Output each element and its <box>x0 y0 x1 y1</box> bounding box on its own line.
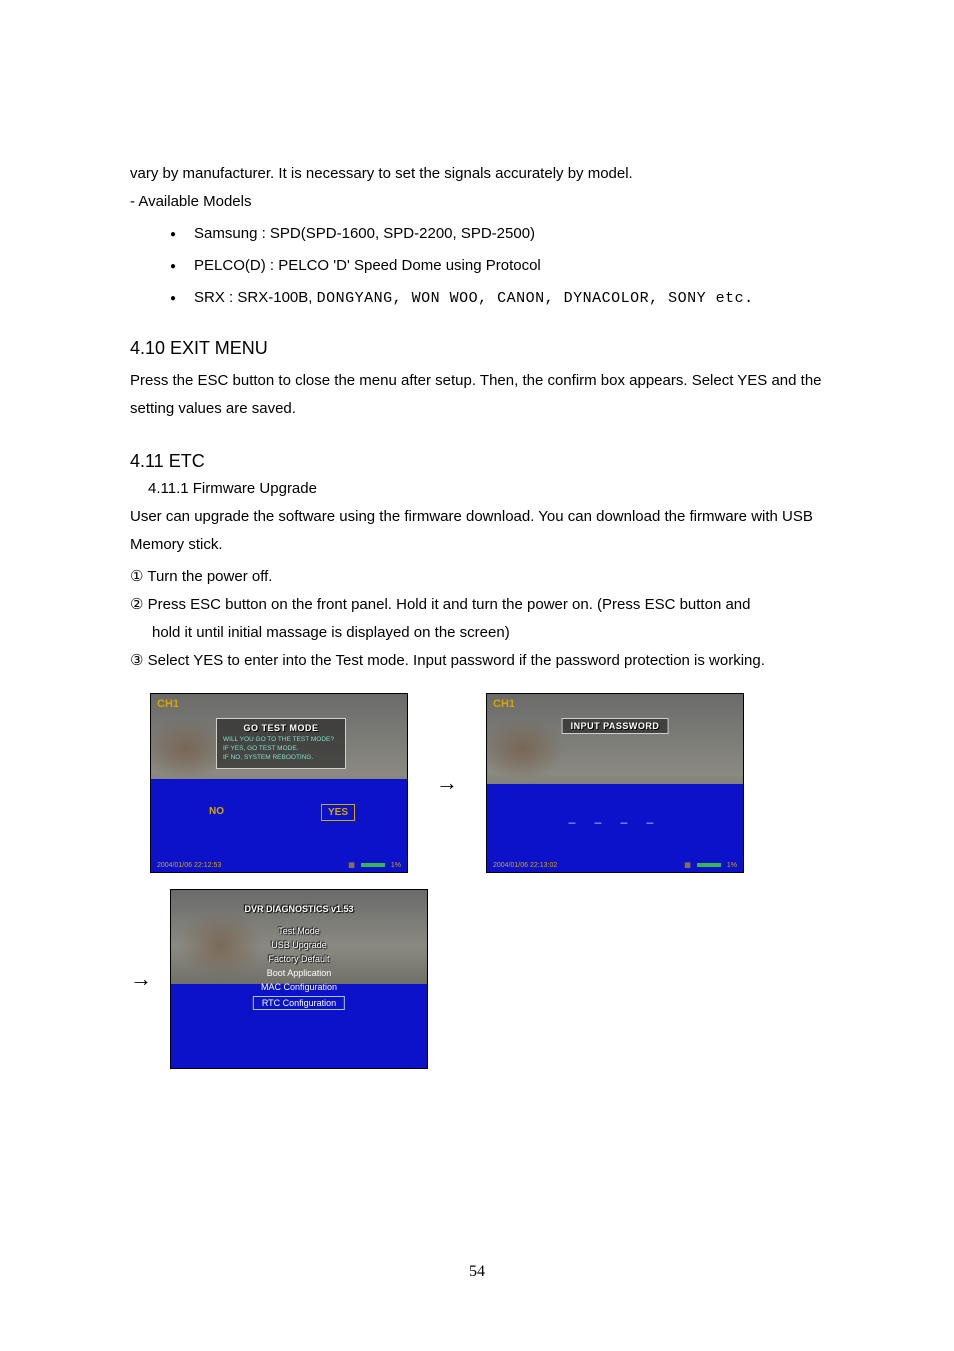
status-bar: 2004/01/06 22:12:53 ▦ 1% <box>151 858 407 872</box>
arrow-right-icon: → <box>436 770 458 796</box>
intro-line-2: - Available Models <box>130 188 824 216</box>
progress-bar <box>361 863 385 867</box>
dialog-line: IF YES, GO TEST MODE. <box>223 744 339 753</box>
heading-firmware-upgrade: 4.11.1 Firmware Upgrade <box>148 480 824 497</box>
model-item-srx: ● SRX : SRX-100B, DONGYANG, WON WOO, CAN… <box>170 284 824 314</box>
channel-label: CH1 <box>157 698 179 710</box>
dialog-lines: WILL YOU GO TO THE TEST MODE? IF YES, GO… <box>223 735 339 762</box>
menu-item-factory-default[interactable]: Factory Default <box>268 954 329 964</box>
dialog-line: IF NO, SYSTEM REBOOTING. <box>223 753 339 762</box>
available-models-list: ● Samsung : SPD(SPD-1600, SPD-2200, SPD-… <box>170 220 824 314</box>
document-page: vary by manufacturer. It is necessary to… <box>0 0 954 1351</box>
dialog-title: GO TEST MODE <box>223 723 339 733</box>
step-1: ① Turn the power off. <box>130 563 824 591</box>
menu-item-boot-application[interactable]: Boot Application <box>267 968 332 978</box>
disk-icon: ▦ <box>348 861 355 869</box>
menu-item-rtc-configuration[interactable]: RTC Configuration <box>253 996 345 1010</box>
no-button[interactable]: NO <box>203 804 230 819</box>
disk-icon: ▦ <box>684 861 691 869</box>
yes-button[interactable]: YES <box>321 804 355 821</box>
screenshot-input-password: CH1 INPUT PASSWORD _ _ _ _ 2004/01/06 22… <box>486 693 744 873</box>
model-rest: PELCO 'D' Speed Dome using Protocol <box>278 257 541 274</box>
percent-label: 1% <box>727 862 737 869</box>
diagnostics-menu: Test Mode USB Upgrade Factory Default Bo… <box>253 926 345 1010</box>
timestamp: 2004/01/06 22:12:53 <box>157 862 221 869</box>
model-prefix: SRX : SRX-100B, <box>194 289 317 306</box>
progress-bar <box>697 863 721 867</box>
bullet-icon: ● <box>170 221 176 249</box>
blue-panel <box>151 779 407 858</box>
step-text: Turn the power off. <box>147 568 272 585</box>
model-item-pelco: ● PELCO(D) : PELCO 'D' Speed Dome using … <box>170 252 824 282</box>
menu-item-mac-configuration[interactable]: MAC Configuration <box>261 982 337 992</box>
screenshot-test-mode-dialog: CH1 GO TEST MODE WILL YOU GO TO THE TEST… <box>150 693 408 873</box>
intro-line-1: vary by manufacturer. It is necessary to… <box>130 160 824 188</box>
model-prefix: Samsung : <box>194 225 270 242</box>
heading-etc: 4.11 ETC <box>130 451 824 472</box>
menu-item-usb-upgrade[interactable]: USB Upgrade <box>271 940 327 950</box>
step-marker: ② <box>130 596 143 613</box>
step-text-continuation: hold it until initial massage is display… <box>152 619 824 647</box>
model-rest: SPD(SPD-1600, SPD-2200, SPD-2500) <box>270 225 535 242</box>
bullet-icon: ● <box>170 253 176 281</box>
screenshot-row-1: CH1 GO TEST MODE WILL YOU GO TO THE TEST… <box>150 693 824 873</box>
step-text: Select YES to enter into the Test mode. … <box>148 652 765 669</box>
status-bar: 2004/01/06 22:13:02 ▦ 1% <box>487 858 743 872</box>
password-input[interactable]: _ _ _ _ <box>569 810 662 824</box>
menu-item-test-mode[interactable]: Test Mode <box>278 926 320 936</box>
test-mode-dialog: GO TEST MODE WILL YOU GO TO THE TEST MOD… <box>216 718 346 769</box>
percent-label: 1% <box>391 862 401 869</box>
firmware-upgrade-body: User can upgrade the software using the … <box>130 503 824 559</box>
model-prefix: PELCO(D) : <box>194 257 278 274</box>
step-marker: ① <box>130 568 143 585</box>
firmware-steps: ① Turn the power off. ② Press ESC button… <box>130 563 824 675</box>
arrow-right-icon: → <box>130 966 152 992</box>
page-number: 54 <box>0 1263 954 1281</box>
step-2: ② Press ESC button on the front panel. H… <box>130 591 824 647</box>
exit-menu-body: Press the ESC button to close the menu a… <box>130 367 824 423</box>
password-dialog-title: INPUT PASSWORD <box>562 718 669 734</box>
step-text: Press ESC button on the front panel. Hol… <box>148 596 751 613</box>
dialog-line: WILL YOU GO TO THE TEST MODE? <box>223 735 339 744</box>
heading-exit-menu: 4.10 EXIT MENU <box>130 338 824 359</box>
step-3: ③ Select YES to enter into the Test mode… <box>130 647 824 675</box>
screenshot-diagnostics-menu: DVR DIAGNOSTICS v1.53 Test Mode USB Upgr… <box>170 889 428 1069</box>
bullet-icon: ● <box>170 285 176 313</box>
model-rest: DONGYANG, WON WOO, CANON, DYNACOLOR, SON… <box>317 290 754 307</box>
timestamp: 2004/01/06 22:13:02 <box>493 862 557 869</box>
screenshot-row-2: → DVR DIAGNOSTICS v1.53 Test Mode USB Up… <box>130 889 824 1069</box>
diagnostics-title: DVR DIAGNOSTICS v1.53 <box>244 904 353 914</box>
model-item-samsung: ● Samsung : SPD(SPD-1600, SPD-2200, SPD-… <box>170 220 824 250</box>
step-marker: ③ <box>130 652 143 669</box>
channel-label: CH1 <box>493 698 515 710</box>
